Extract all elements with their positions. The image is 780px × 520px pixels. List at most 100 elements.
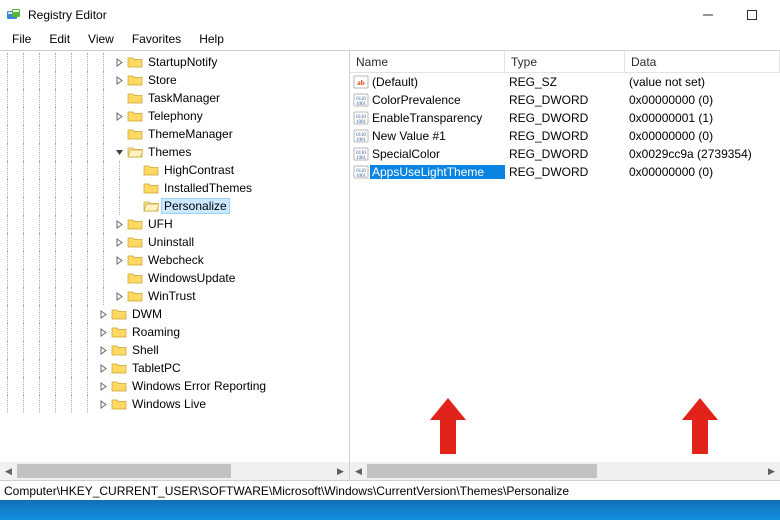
tree-item-label[interactable]: UFH bbox=[146, 217, 175, 231]
menu-file[interactable]: File bbox=[4, 31, 39, 47]
expand-icon[interactable] bbox=[112, 256, 126, 265]
tree-item-label[interactable]: ThemeManager bbox=[146, 127, 235, 141]
folder-icon bbox=[143, 162, 159, 178]
tree-row[interactable]: Windows Live bbox=[0, 395, 349, 413]
scroll-right-icon[interactable]: ▶ bbox=[332, 462, 349, 480]
tree-row[interactable]: Uninstall bbox=[0, 233, 349, 251]
tree-row[interactable]: Webcheck bbox=[0, 251, 349, 269]
expand-icon[interactable] bbox=[112, 238, 126, 247]
value-row[interactable]: 0110 1001 EnableTransparencyREG_DWORD0x0… bbox=[350, 109, 780, 127]
column-type[interactable]: Type bbox=[505, 51, 625, 72]
tree-row[interactable]: InstalledThemes bbox=[0, 179, 349, 197]
tree-item-label[interactable]: TaskManager bbox=[146, 91, 222, 105]
expand-icon[interactable] bbox=[96, 382, 110, 391]
tree-guides bbox=[0, 89, 112, 107]
expand-icon[interactable] bbox=[112, 112, 126, 121]
value-name[interactable]: ColorPrevalence bbox=[370, 93, 505, 107]
expand-icon[interactable] bbox=[96, 346, 110, 355]
value-name[interactable]: EnableTransparency bbox=[370, 111, 505, 125]
tree-row[interactable]: Personalize bbox=[0, 197, 349, 215]
expand-icon[interactable] bbox=[96, 364, 110, 373]
minimize-button[interactable] bbox=[686, 1, 730, 29]
tree-item-label[interactable]: Webcheck bbox=[146, 253, 206, 267]
tree-guides bbox=[0, 359, 96, 377]
tree-item-label[interactable]: DWM bbox=[130, 307, 164, 321]
folder-icon bbox=[143, 198, 159, 214]
maximize-button[interactable] bbox=[730, 1, 774, 29]
column-data[interactable]: Data bbox=[625, 51, 780, 72]
expand-icon[interactable] bbox=[96, 328, 110, 337]
menu-view[interactable]: View bbox=[80, 31, 122, 47]
tree-item-label[interactable]: Uninstall bbox=[146, 235, 196, 249]
menu-help[interactable]: Help bbox=[191, 31, 232, 47]
value-name[interactable]: SpecialColor bbox=[370, 147, 505, 161]
tree-item-label[interactable]: Themes bbox=[146, 145, 193, 159]
reg-binary-icon: 0110 1001 bbox=[352, 128, 370, 144]
tree-item-label[interactable]: StartupNotify bbox=[146, 55, 219, 69]
values-hscroll[interactable]: ◀ ▶ bbox=[350, 462, 780, 480]
tree-row[interactable]: DWM bbox=[0, 305, 349, 323]
tree-row[interactable]: Themes bbox=[0, 143, 349, 161]
tree-row[interactable]: UFH bbox=[0, 215, 349, 233]
menu-favorites[interactable]: Favorites bbox=[124, 31, 189, 47]
expand-icon[interactable] bbox=[96, 310, 110, 319]
value-row[interactable]: ab (Default)REG_SZ(value not set) bbox=[350, 73, 780, 91]
scroll-left-icon[interactable]: ◀ bbox=[0, 462, 17, 480]
tree-row[interactable]: Roaming bbox=[0, 323, 349, 341]
tree-row[interactable]: WindowsUpdate bbox=[0, 269, 349, 287]
tree-item-label[interactable]: Personalize bbox=[162, 199, 229, 213]
tree-item-label[interactable]: Store bbox=[146, 73, 179, 87]
value-row[interactable]: 0110 1001 AppsUseLightThemeREG_DWORD0x00… bbox=[350, 163, 780, 181]
tree-item-label[interactable]: Roaming bbox=[130, 325, 182, 339]
value-data: 0x00000000 (0) bbox=[625, 129, 780, 143]
column-name[interactable]: Name bbox=[350, 51, 505, 72]
expand-icon[interactable] bbox=[112, 220, 126, 229]
tree-scroll-track[interactable] bbox=[17, 462, 332, 480]
tree-item-label[interactable]: Shell bbox=[130, 343, 161, 357]
svg-text:1001: 1001 bbox=[356, 138, 367, 143]
tree-item-label[interactable]: WindowsUpdate bbox=[146, 271, 237, 285]
collapse-icon[interactable] bbox=[112, 148, 126, 157]
tree-item-label[interactable]: InstalledThemes bbox=[162, 181, 254, 195]
folder-icon bbox=[127, 126, 143, 142]
folder-icon bbox=[127, 288, 143, 304]
expand-icon[interactable] bbox=[96, 400, 110, 409]
values-scroll-thumb[interactable] bbox=[367, 464, 597, 478]
svg-text:1001: 1001 bbox=[356, 156, 367, 161]
value-row[interactable]: 0110 1001 New Value #1REG_DWORD0x0000000… bbox=[350, 127, 780, 145]
value-row[interactable]: 0110 1001 ColorPrevalenceREG_DWORD0x0000… bbox=[350, 91, 780, 109]
tree-row[interactable]: TabletPC bbox=[0, 359, 349, 377]
value-row[interactable]: 0110 1001 SpecialColorREG_DWORD0x0029cc9… bbox=[350, 145, 780, 163]
tree-hscroll[interactable]: ◀ ▶ bbox=[0, 462, 349, 480]
tree-item-label[interactable]: Windows Live bbox=[130, 397, 208, 411]
value-name[interactable]: (Default) bbox=[370, 75, 505, 89]
tree-row[interactable]: WinTrust bbox=[0, 287, 349, 305]
tree-item-label[interactable]: Telephony bbox=[146, 109, 205, 123]
value-name[interactable]: New Value #1 bbox=[370, 129, 505, 143]
tree-scroll-thumb[interactable] bbox=[17, 464, 231, 478]
tree-row[interactable]: Telephony bbox=[0, 107, 349, 125]
tree-row[interactable]: HighContrast bbox=[0, 161, 349, 179]
menu-edit[interactable]: Edit bbox=[41, 31, 78, 47]
reg-binary-icon: 0110 1001 bbox=[352, 146, 370, 162]
values-scroll-track[interactable] bbox=[367, 462, 763, 480]
scroll-left-icon[interactable]: ◀ bbox=[350, 462, 367, 480]
tree-row[interactable]: Shell bbox=[0, 341, 349, 359]
tree-item-label[interactable]: HighContrast bbox=[162, 163, 236, 177]
tree-row[interactable]: Store bbox=[0, 71, 349, 89]
expand-icon[interactable] bbox=[112, 76, 126, 85]
expand-icon[interactable] bbox=[112, 292, 126, 301]
expand-icon[interactable] bbox=[112, 58, 126, 67]
tree-row[interactable]: ThemeManager bbox=[0, 125, 349, 143]
values-body[interactable]: ab (Default)REG_SZ(value not set) 0110 1… bbox=[350, 73, 780, 462]
value-name[interactable]: AppsUseLightTheme bbox=[370, 165, 505, 179]
svg-text:1001: 1001 bbox=[356, 120, 367, 125]
tree-item-label[interactable]: Windows Error Reporting bbox=[130, 379, 268, 393]
tree-row[interactable]: Windows Error Reporting bbox=[0, 377, 349, 395]
tree-row[interactable]: TaskManager bbox=[0, 89, 349, 107]
tree-row[interactable]: StartupNotify bbox=[0, 53, 349, 71]
scroll-right-icon[interactable]: ▶ bbox=[763, 462, 780, 480]
tree-viewport[interactable]: StartupNotify Store TaskManager Telephon… bbox=[0, 51, 349, 462]
tree-item-label[interactable]: WinTrust bbox=[146, 289, 198, 303]
tree-item-label[interactable]: TabletPC bbox=[130, 361, 183, 375]
